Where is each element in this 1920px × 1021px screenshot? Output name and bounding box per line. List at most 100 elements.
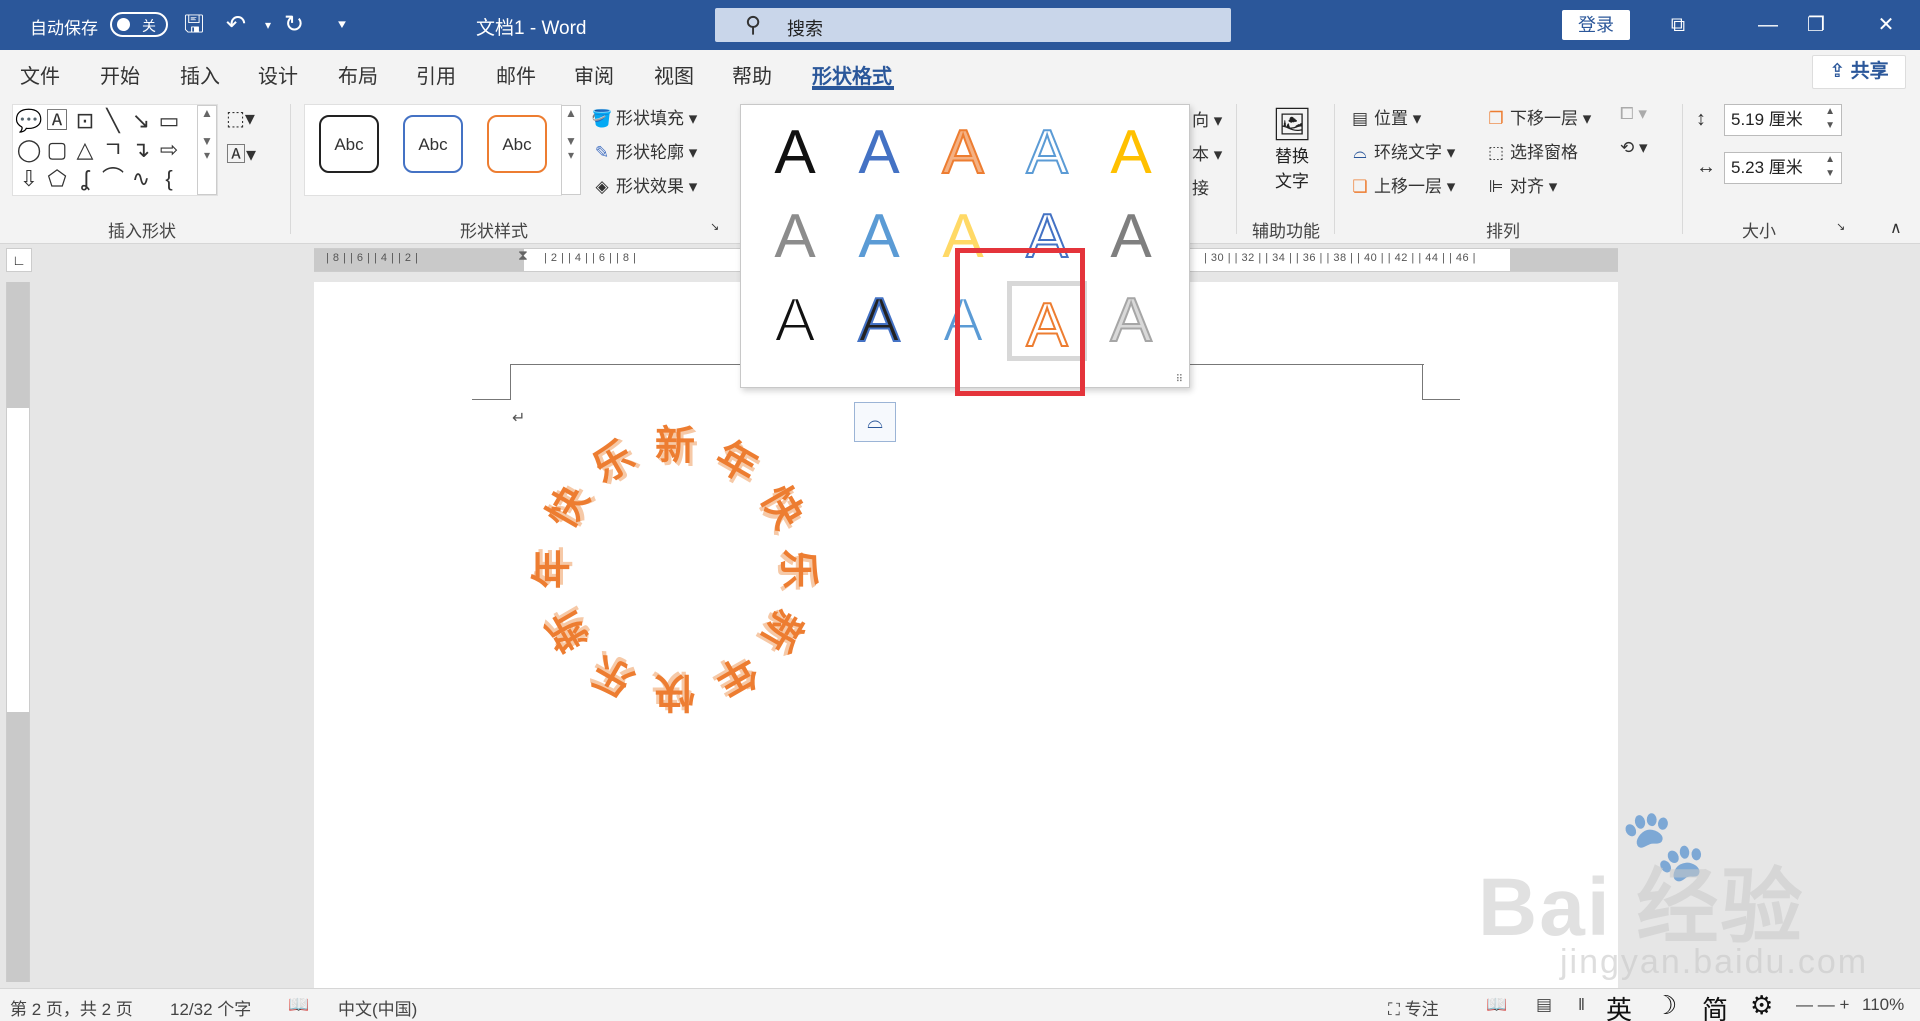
language-status[interactable]: 中文(中国) — [338, 995, 417, 1020]
restore-icon[interactable]: ❐ — [1786, 0, 1846, 50]
right-arrow-shape-icon[interactable]: ⇨ — [155, 136, 183, 164]
tab-mailings[interactable]: 邮件 — [496, 60, 536, 89]
elbow-arrow-icon[interactable]: ↴ — [127, 136, 155, 164]
wordart-style-7[interactable]: A — [839, 197, 919, 277]
autosave-toggle[interactable]: 关 — [110, 12, 168, 37]
wordart-circle-text[interactable]: 新年快乐新年快乐新年快乐 — [530, 424, 820, 714]
group-objects-icon[interactable]: ⧠ ▾ — [1620, 104, 1647, 124]
selection-pane-button[interactable]: ⬚ 选择窗格 — [1484, 138, 1578, 163]
height-spinner[interactable]: ▲ ▼ — [1825, 105, 1835, 133]
width-spinner[interactable]: ▲ ▼ — [1825, 153, 1835, 181]
arc-shape-icon[interactable]: ⌒ — [99, 165, 127, 193]
page-count[interactable]: 第 2 页，共 2 页 — [10, 995, 133, 1020]
shapes-scroll[interactable]: ▲ ▼ ▾ — [197, 105, 217, 195]
tab-file[interactable]: 文件 — [20, 60, 60, 89]
shape-outline-button[interactable]: ✎ 形状轮廓 ▾ — [590, 138, 697, 163]
draw-textbox-icon[interactable]: 🄰▾ — [226, 138, 256, 167]
ribbon-display-icon[interactable]: ⧉ — [1648, 0, 1708, 50]
height-input[interactable]: 5.19 厘米 ▲ ▼ — [1724, 104, 1842, 136]
focus-button[interactable]: ⛶ 专注 — [1388, 995, 1439, 1020]
search-box[interactable]: ⚲ 搜索 — [715, 8, 1231, 42]
styles-scroll[interactable]: ▲ ▼ ▾ — [561, 105, 581, 195]
shape-effects-button[interactable]: ◈ 形状效果 ▾ — [590, 172, 697, 197]
tab-design[interactable]: 设计 — [258, 60, 298, 89]
layout-options-icon[interactable]: ⌓ — [854, 402, 896, 442]
save-icon[interactable]: 🖫 — [178, 10, 210, 40]
brace-shape-icon[interactable]: { — [155, 165, 183, 193]
wordart-style-10[interactable]: A — [1091, 197, 1171, 277]
create-link-button[interactable]: 接 — [1192, 174, 1209, 199]
ime-mode-icon[interactable]: ☽ — [1654, 990, 1677, 1021]
oval-shape-icon[interactable]: ◯ — [15, 136, 43, 164]
align-text-button[interactable]: 本 ▾ — [1192, 140, 1222, 165]
word-count[interactable]: 12/32 个字 — [170, 995, 251, 1020]
down-arrow-shape-icon[interactable]: ⇩ — [15, 165, 43, 193]
tab-view[interactable]: 视图 — [654, 60, 694, 89]
tab-layout[interactable]: 布局 — [338, 60, 378, 89]
freeform-icon[interactable]: ʆ — [71, 165, 99, 193]
style-preset-black[interactable]: Abc — [319, 115, 379, 173]
read-mode-icon[interactable]: 📖 — [1486, 995, 1507, 1015]
wordart-style-11[interactable]: A — [755, 281, 835, 361]
wordart-style-4[interactable]: A — [1007, 113, 1087, 193]
callout-shape-icon[interactable]: 💬 — [15, 107, 43, 135]
rounded-rect-icon[interactable]: ▢ — [43, 136, 71, 164]
line-shape-icon[interactable]: ╲ — [99, 107, 127, 135]
wordart-style-12[interactable]: A — [839, 281, 919, 361]
wordart-style-3[interactable]: A — [923, 113, 1003, 193]
wordart-style-15[interactable]: A — [1091, 281, 1171, 361]
position-button[interactable]: ▤ 位置 ▾ — [1348, 104, 1421, 129]
wordart-style-6[interactable]: A — [755, 197, 835, 277]
zoom-slider[interactable]: — — + — [1796, 995, 1849, 1015]
rectangle-shape-icon[interactable]: ▭ — [155, 107, 183, 135]
tab-shape-format[interactable]: 形状格式 — [812, 60, 892, 89]
align-button[interactable]: ⊫ 对齐 ▾ — [1484, 172, 1558, 197]
dialog-launcher-icon[interactable]: ↘ — [710, 220, 719, 233]
curve-shape-icon[interactable]: ∿ — [127, 165, 155, 193]
tab-selector[interactable]: ∟ — [6, 248, 32, 272]
alt-text-button[interactable]: 🖼 替换 文字 — [1264, 106, 1320, 192]
tab-home[interactable]: 开始 — [100, 60, 140, 89]
snip-rect-icon[interactable]: ⬠ — [43, 165, 71, 193]
textbox-shape-icon[interactable]: 🄰 — [43, 107, 71, 135]
zoom-level[interactable]: 110% — [1862, 995, 1904, 1015]
close-icon[interactable]: ✕ — [1856, 0, 1916, 50]
undo-icon[interactable]: ↶ — [220, 10, 252, 40]
wordart-style-2[interactable]: A — [839, 113, 919, 193]
rotate-icon[interactable]: ⟲ ▾ — [1620, 138, 1648, 158]
triangle-shape-icon[interactable]: △ — [71, 136, 99, 164]
tab-help[interactable]: 帮助 — [732, 60, 772, 89]
text-direction-button[interactable]: 向 ▾ — [1192, 106, 1222, 131]
wordart-style-1[interactable]: A — [755, 113, 835, 193]
print-layout-icon[interactable]: ▤ — [1536, 995, 1552, 1015]
collapse-ribbon-icon[interactable]: ∧ — [1890, 218, 1902, 238]
vertical-ruler[interactable] — [6, 282, 30, 982]
style-preset-blue[interactable]: Abc — [403, 115, 463, 173]
web-layout-icon[interactable]: ‖ — [1578, 995, 1585, 1015]
style-preset-orange[interactable]: Abc — [487, 115, 547, 173]
tab-insert[interactable]: 插入 — [180, 60, 220, 89]
resize-grip-icon[interactable]: ⠿ — [1176, 374, 1183, 385]
indent-marker-icon[interactable]: ⧗ — [518, 247, 528, 264]
proofing-icon[interactable]: 📖 — [288, 995, 309, 1015]
arrow-line-icon[interactable]: ↘ — [127, 107, 155, 135]
ime-language[interactable]: 英 — [1606, 990, 1632, 1021]
bring-forward-button[interactable]: ❏ 上移一层 ▾ — [1348, 172, 1455, 197]
size-dialog-launcher-icon[interactable]: ↘ — [1836, 220, 1845, 233]
share-button[interactable]: ⇪ 共享 — [1812, 55, 1906, 89]
width-input[interactable]: 5.23 厘米 ▲ ▼ — [1724, 152, 1842, 184]
wordart-style-5[interactable]: A — [1091, 113, 1171, 193]
elbow-connector-icon[interactable]: ㄱ — [99, 136, 127, 164]
login-button[interactable]: 登录 — [1562, 10, 1630, 40]
ime-settings-icon[interactable]: ⚙ — [1750, 990, 1773, 1021]
ime-script[interactable]: 简 — [1702, 990, 1728, 1021]
wrap-text-button[interactable]: ⌓ 环绕文字 ▾ — [1348, 138, 1455, 163]
customize-qat-icon[interactable]: ⯆ — [326, 10, 358, 40]
vertical-textbox-icon[interactable]: ⊡ — [71, 107, 99, 135]
edit-shape-icon[interactable]: ⬚▾ — [226, 106, 255, 131]
send-backward-button[interactable]: ❐ 下移一层 ▾ — [1484, 104, 1591, 129]
tab-review[interactable]: 审阅 — [574, 60, 614, 89]
redo-icon[interactable]: ↻ — [278, 10, 310, 40]
shape-fill-button[interactable]: 🪣 形状填充 ▾ — [590, 104, 697, 129]
tab-references[interactable]: 引用 — [416, 60, 456, 89]
